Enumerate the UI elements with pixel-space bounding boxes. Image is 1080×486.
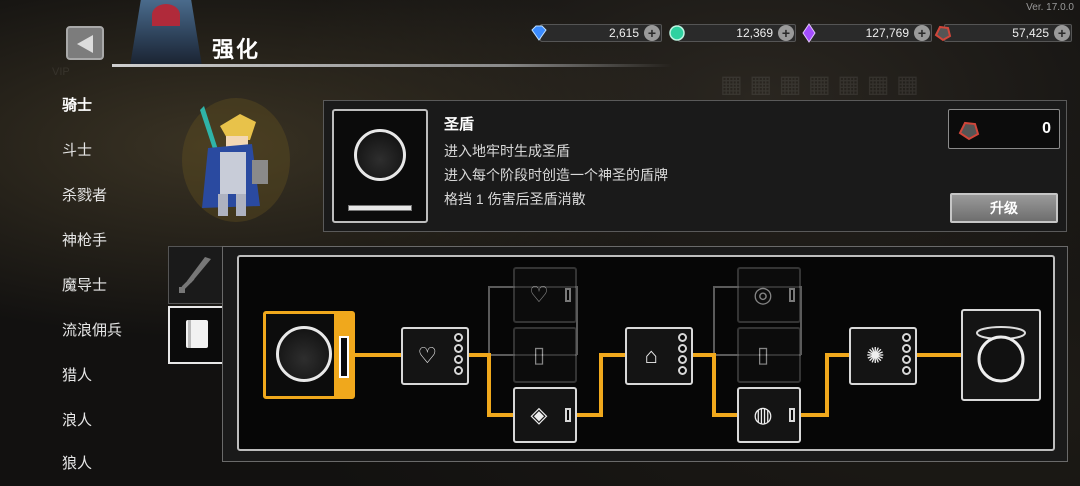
sidebar-item-gunner[interactable]: 神枪手: [62, 229, 107, 250]
skill-name: 圣盾: [444, 116, 475, 133]
skill-tree-panel: ♡ ♡ ▯ ◈ ⌂ ◎ ▯ ◍ ✺: [222, 246, 1068, 462]
currency-emerald: 12,369 +: [669, 24, 796, 42]
pillar-icon: ▯: [756, 342, 770, 367]
node-level-slot: [789, 408, 795, 422]
currency-crystal: 127,769 +: [802, 23, 932, 43]
shield-orb-icon: [354, 129, 406, 181]
diamond-icon: [531, 25, 547, 41]
currency-diamond-value: 2,615: [608, 26, 639, 40]
add-emerald-button[interactable]: +: [778, 25, 794, 41]
bg-ghost-text: VIP: [52, 66, 70, 78]
currency-diamond: 2,615 +: [531, 24, 662, 42]
add-ore-button[interactable]: +: [1054, 25, 1070, 41]
skill-desc-line-1: 进入地牢时生成圣盾: [444, 143, 570, 159]
red-ore-icon: [934, 25, 952, 42]
skill-node-shield-strike[interactable]: ◈: [513, 387, 577, 443]
sidebar-item-mage[interactable]: 魔导士: [62, 274, 107, 295]
heart-shield-icon: ♡: [529, 282, 549, 307]
currency-ore: 57,425 +: [934, 24, 1072, 42]
node-level-slot: [789, 288, 795, 302]
sidebar-item-fighter[interactable]: 斗士: [62, 139, 92, 160]
shield-strike-icon: ◈: [530, 402, 548, 427]
back-button[interactable]: [66, 26, 104, 60]
burst-orb-icon: ✺: [866, 343, 885, 368]
node-level-slot: [565, 288, 571, 302]
node-level-pips: [678, 333, 688, 377]
skill-desc-line-2: 进入每个阶段时创造一个神圣的盾牌: [444, 167, 668, 183]
sidebar-item-slayer[interactable]: 杀戮者: [62, 184, 107, 205]
currency-ore-value: 57,425: [1012, 26, 1049, 40]
skill-node-pillar-locked-2[interactable]: ▯: [737, 327, 801, 383]
avatar-horn-icon: [152, 4, 180, 26]
sidebar-item-werewolf[interactable]: 狼人: [62, 452, 92, 473]
skill-node-heart-shield[interactable]: ♡: [401, 327, 469, 385]
page-title: 强化: [212, 37, 261, 62]
sidebar-item-ronin[interactable]: 浪人: [62, 409, 92, 430]
knight-hero-sprite: [182, 98, 290, 222]
skill-node-pillar-locked[interactable]: ▯: [513, 327, 577, 383]
skill-level-bar: [348, 205, 412, 211]
pillar-icon: ▯: [532, 342, 546, 367]
ultimate-crescent-orb-icon: [976, 326, 1026, 383]
green-gem-icon: [669, 25, 685, 41]
currency-emerald-value: 12,369: [736, 26, 773, 40]
skill-tree: ♡ ♡ ▯ ◈ ⌂ ◎ ▯ ◍ ✺: [237, 255, 1055, 451]
skill-node-holy-shield[interactable]: [263, 311, 355, 399]
version-label: Ver. 17.0.0: [1026, 2, 1074, 13]
add-crystal-button[interactable]: +: [914, 25, 930, 41]
node-level-slot: [334, 314, 352, 396]
skill-node-heart-shield-alt[interactable]: ♡: [513, 267, 577, 323]
skill-desc-line-3: 格挡 1 伤害后圣盾消散: [444, 191, 586, 207]
orb-strike-icon: ◍: [753, 402, 773, 427]
upgrade-cost: 0: [948, 109, 1060, 149]
currency-crystal-value: 127,769: [865, 26, 909, 40]
shield-orb-icon: [276, 326, 332, 382]
sword-tab[interactable]: [168, 246, 222, 304]
sword-icon: [179, 257, 211, 293]
node-level-pips: [902, 333, 912, 377]
book-tab[interactable]: [168, 306, 222, 364]
purple-crystal-icon: [802, 23, 816, 43]
sidebar-item-hunter[interactable]: 猎人: [62, 364, 92, 385]
skill-node-ultimate[interactable]: [961, 309, 1041, 401]
bg-ghost-menu: ▦ ▦ ▦ ▦ ▦ ▦ ▦: [720, 71, 919, 98]
title-divider: [112, 64, 672, 67]
holy-shield-skill-icon: [332, 109, 428, 223]
skill-node-holy-pillar[interactable]: ⌂: [625, 327, 693, 385]
node-level-slot: [565, 408, 571, 422]
sidebar-item-knight[interactable]: 骑士: [62, 94, 92, 115]
heart-shield-icon: ♡: [417, 343, 438, 368]
add-diamond-button[interactable]: +: [644, 25, 660, 41]
upgrade-button[interactable]: 升级: [950, 193, 1058, 223]
skill-node-pillar-orb[interactable]: ◎: [737, 267, 801, 323]
sidebar-item-mercenary[interactable]: 流浪佣兵: [62, 319, 122, 340]
upgrade-cost-value: 0: [1042, 120, 1051, 137]
skill-detail-panel: 圣盾 进入地牢时生成圣盾 进入每个阶段时创造一个神圣的盾牌 格挡 1 伤害后圣盾…: [323, 100, 1067, 232]
red-ore-icon: [958, 121, 980, 141]
skill-node-orb-strike[interactable]: ◍: [737, 387, 801, 443]
pillar-orb-icon: ◎: [753, 282, 773, 307]
skill-node-holy-burst[interactable]: ✺: [849, 327, 917, 385]
node-level-pips: [454, 333, 464, 377]
book-icon: [186, 320, 208, 348]
pillar-icon: ⌂: [644, 343, 658, 368]
